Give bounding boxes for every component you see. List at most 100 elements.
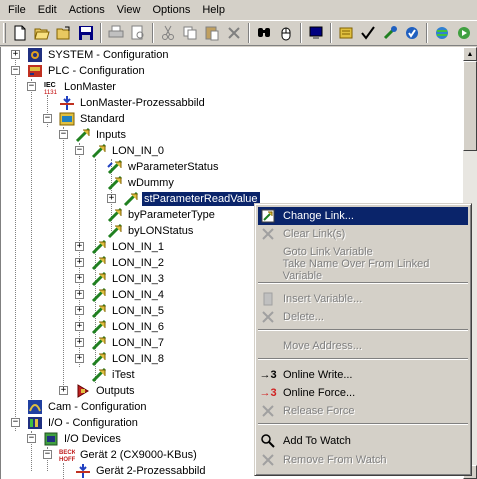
tree-label: LON_IN_3	[112, 273, 164, 285]
tree-node-wparameterstatus[interactable]: wParameterStatus	[107, 159, 220, 175]
tree-node-lon-in-7[interactable]: + LON_IN_7	[75, 335, 166, 351]
tree-node-geraet2-image[interactable]: Gerät 2-Prozessabbild	[75, 463, 207, 479]
tree-label: iTest	[112, 369, 135, 381]
tree-node-cam[interactable]: Cam - Configuration	[11, 399, 148, 415]
scroll-thumb[interactable]	[463, 61, 477, 151]
variable-icon	[91, 143, 107, 159]
check-icon[interactable]	[357, 22, 379, 44]
tree-label: I/O Devices	[64, 433, 121, 445]
svg-text:IEC: IEC	[44, 82, 56, 89]
tree-node-wdummy[interactable]: wDummy	[107, 175, 176, 191]
scroll-up-button[interactable]: ▲	[463, 47, 477, 61]
target-icon[interactable]	[335, 22, 357, 44]
tree-label: LON_IN_4	[112, 289, 164, 301]
print-icon[interactable]	[105, 22, 127, 44]
tree-node-lon-in-4[interactable]: + LON_IN_4	[75, 287, 166, 303]
tree-node-lon-in-6[interactable]: + LON_IN_6	[75, 319, 166, 335]
plc-icon	[27, 63, 43, 79]
tree-label: SYSTEM - Configuration	[48, 49, 169, 61]
monitor-icon[interactable]	[305, 22, 327, 44]
save-icon[interactable]	[75, 22, 97, 44]
menu-item-clear-links[interactable]: Clear Link(s)	[258, 225, 468, 243]
remove-watch-icon	[258, 451, 278, 469]
tree-node-io-devices[interactable]: − I/O Devices	[27, 431, 123, 447]
menu-actions[interactable]: Actions	[63, 1, 111, 19]
tree-node-bylonstatus[interactable]: byLONStatus	[107, 223, 195, 239]
variable-icon	[107, 223, 123, 239]
tree-label: I/O - Configuration	[48, 417, 138, 429]
cut-icon[interactable]	[157, 22, 179, 44]
variable-icon	[91, 351, 107, 367]
insert-variable-icon	[258, 290, 278, 308]
tree-label: Inputs	[96, 129, 126, 141]
menu-item-delete[interactable]: Delete...	[258, 308, 468, 326]
tree-label: Gerät 2-Prozessabbild	[96, 465, 206, 477]
tree-label: LON_IN_0	[112, 145, 164, 157]
menu-item-change-link[interactable]: Change Link...	[258, 207, 468, 225]
menu-item-online-write[interactable]: →3 Online Write...	[258, 366, 468, 384]
variable-icon	[91, 255, 107, 271]
tree-node-stparameterreadvalue[interactable]: + stParameterReadValue	[107, 191, 260, 207]
tree-label: LonMaster-Prozessabbild	[80, 97, 205, 109]
tree-node-itest[interactable]: iTest	[91, 367, 137, 383]
tree-node-lon-in-1[interactable]: + LON_IN_1	[75, 239, 166, 255]
tree-node-inputs[interactable]: − Inputs	[59, 127, 128, 143]
tree-label: LON_IN_8	[112, 353, 164, 365]
config-icon[interactable]	[379, 22, 401, 44]
menu-view[interactable]: View	[111, 1, 147, 19]
copy-icon[interactable]	[179, 22, 201, 44]
toolbar	[0, 20, 477, 46]
watch-icon	[258, 432, 278, 450]
delete-icon	[258, 308, 278, 326]
open-icon[interactable]	[31, 22, 53, 44]
tree-node-lonmaster-image[interactable]: LonMaster-Prozessabbild	[59, 95, 207, 111]
new-icon[interactable]	[9, 22, 31, 44]
activate-icon[interactable]	[401, 22, 423, 44]
io-devices-icon	[43, 431, 59, 447]
tree-node-plc[interactable]: − PLC - Configuration	[11, 63, 147, 79]
tree-node-byparametertype[interactable]: byParameterType	[107, 207, 217, 223]
mouse-icon[interactable]	[275, 22, 297, 44]
delete-icon[interactable]	[223, 22, 245, 44]
menu-item-online-force[interactable]: →3 Online Force...	[258, 384, 468, 402]
tree-node-system[interactable]: + SYSTEM - Configuration	[11, 47, 170, 63]
svg-text:BECK: BECK	[59, 450, 75, 456]
run-icon[interactable]	[453, 22, 475, 44]
inputs-icon	[75, 127, 91, 143]
menu-file[interactable]: File	[2, 1, 32, 19]
tree-node-outputs[interactable]: + Outputs	[59, 383, 137, 399]
open-folder-icon[interactable]	[53, 22, 75, 44]
tree-node-lon-in-3[interactable]: + LON_IN_3	[75, 271, 166, 287]
tree-label: Outputs	[96, 385, 135, 397]
tree-node-lon-in-8[interactable]: + LON_IN_8	[75, 351, 166, 367]
tree-node-lon-in-2[interactable]: + LON_IN_2	[75, 255, 166, 271]
linked-variable-icon	[107, 159, 123, 175]
tree-node-io[interactable]: − I/O - Configuration	[11, 415, 140, 431]
menu-separator	[258, 358, 468, 360]
print-preview-icon[interactable]	[127, 22, 149, 44]
toolbar-grip[interactable]	[3, 23, 6, 43]
menu-help[interactable]: Help	[196, 1, 231, 19]
menu-item-remove-from-watch[interactable]: Remove From Watch	[258, 451, 468, 469]
tree-node-lonmaster[interactable]: − IEC 1131 LonMaster	[27, 79, 118, 95]
variable-icon	[91, 335, 107, 351]
svg-text:1131: 1131	[44, 90, 58, 95]
find-icon[interactable]	[253, 22, 275, 44]
menu-item-release-force[interactable]: Release Force	[258, 402, 468, 420]
online-write-icon: →3	[259, 369, 277, 381]
tree-label-selected: stParameterReadValue	[142, 192, 260, 206]
tree-node-lon-in-5[interactable]: + LON_IN_5	[75, 303, 166, 319]
online-force-icon: →3	[259, 387, 277, 399]
menu-item-take-name[interactable]: Take Name Over From Linked Variable	[258, 258, 468, 282]
tree-node-lon-in-0[interactable]: − LON_IN_0	[75, 143, 166, 159]
menu-item-move-address[interactable]: Move Address...	[258, 337, 468, 355]
menu-options[interactable]: Options	[146, 1, 196, 19]
tree-node-geraet2[interactable]: − BECK HOFF Gerät 2 (CX9000-KBus)	[43, 447, 199, 463]
paste-icon[interactable]	[201, 22, 223, 44]
menu-item-insert-variable[interactable]: Insert Variable...	[258, 290, 468, 308]
menu-item-add-to-watch[interactable]: Add To Watch	[258, 432, 468, 450]
network-icon[interactable]	[431, 22, 453, 44]
tree-label: LON_IN_1	[112, 241, 164, 253]
tree-node-standard[interactable]: − Standard	[43, 111, 127, 127]
menu-edit[interactable]: Edit	[32, 1, 63, 19]
